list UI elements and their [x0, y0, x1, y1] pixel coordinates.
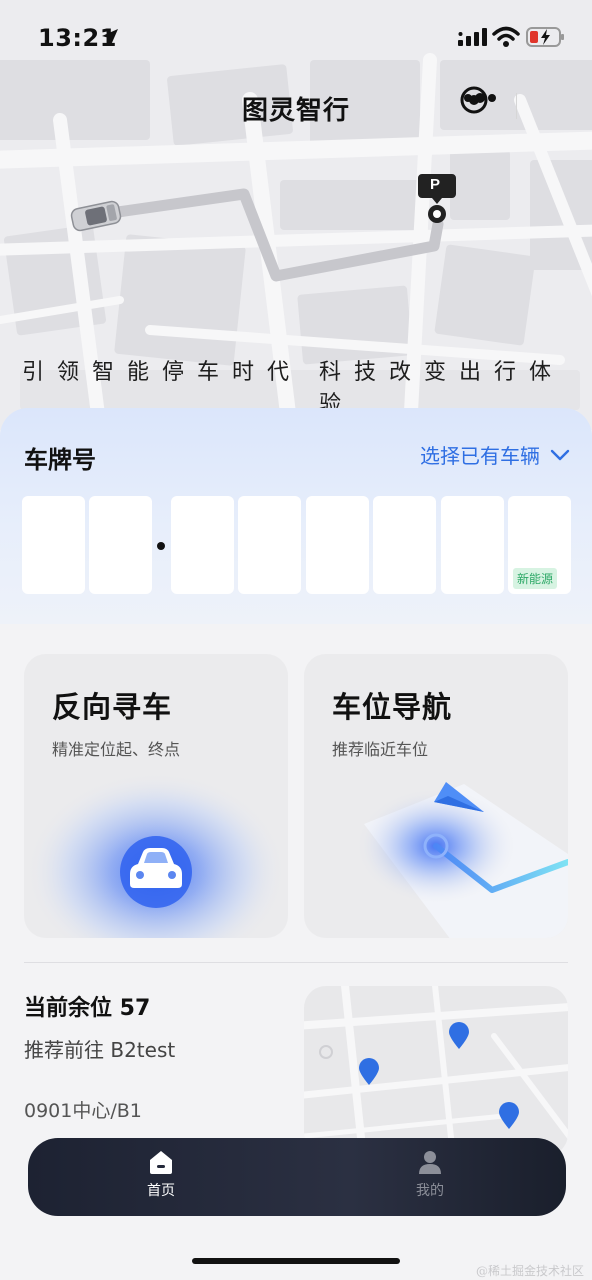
- plate-card: 车牌号 选择已有车辆 新能源: [0, 408, 592, 624]
- plate-char-box-2[interactable]: [89, 496, 152, 594]
- plate-char-box-5[interactable]: [306, 496, 369, 594]
- user-icon: [419, 1151, 441, 1174]
- map-pin-icon: [449, 1022, 469, 1049]
- plate-char-box-1[interactable]: [22, 496, 85, 594]
- map-pin-icon: [499, 1102, 519, 1129]
- tab-home[interactable]: 首页: [121, 1148, 201, 1208]
- tab-mine-label: 我的: [416, 1183, 444, 1199]
- capsule-divider: [516, 93, 517, 119]
- watermark: @稀土掘金技术社区: [475, 1264, 584, 1278]
- tab-home-label: 首页: [147, 1183, 175, 1199]
- mini-map-graphic: [304, 986, 568, 1156]
- parking-mini-map[interactable]: [304, 986, 568, 1156]
- signal-icon: [458, 28, 487, 46]
- parking-navigation-card[interactable]: 车位导航 推荐临近车位: [304, 654, 568, 938]
- plate-char-box-3[interactable]: [171, 496, 234, 594]
- bottom-tab-bar: 首页 我的: [28, 1138, 566, 1216]
- slogan-left: 引领智能停车时代: [22, 360, 303, 385]
- reverse-car-search-title: 反向寻车: [52, 690, 173, 724]
- car-icon: [130, 848, 182, 888]
- parking-marker-label: P: [430, 176, 441, 193]
- plate-char-box-6[interactable]: [373, 496, 436, 594]
- mini-program-capsule: [458, 84, 578, 128]
- select-vehicle-label: 选择已有车辆: [420, 444, 540, 468]
- parking-navigation-subtitle: 推荐临近车位: [332, 740, 429, 759]
- slogan-row: 引领智能停车时代 科技改变出行体验: [22, 354, 582, 417]
- location-arrow-icon: [102, 29, 118, 45]
- map-pin-icon: [359, 1058, 379, 1085]
- home-icon: [150, 1151, 172, 1174]
- navigation-arrow-icon: [434, 782, 484, 812]
- home-indicator: [192, 1258, 400, 1264]
- parking-navigation-title: 车位导航: [332, 690, 453, 724]
- section-divider: [24, 962, 568, 963]
- wifi-icon: [492, 26, 520, 47]
- plate-separator-dot: [157, 542, 165, 550]
- battery-charging-icon: [526, 27, 564, 47]
- close-target-icon[interactable]: [458, 84, 490, 116]
- new-energy-tag: 新能源: [513, 568, 558, 589]
- plate-char-box-7[interactable]: [441, 496, 504, 594]
- reverse-car-search-subtitle: 精准定位起、终点: [52, 740, 181, 759]
- plate-label: 车牌号: [24, 446, 96, 474]
- parking-location: 0901中心/B1: [24, 1100, 142, 1122]
- chevron-down-icon: [550, 449, 570, 460]
- select-vehicle-button[interactable]: 选择已有车辆: [420, 440, 570, 469]
- remaining-spaces-title: 当前余位 57: [24, 996, 151, 1021]
- recommend-text: 推荐前往 B2test: [24, 1038, 176, 1062]
- reverse-car-search-card[interactable]: 反向寻车 精准定位起、终点: [24, 654, 288, 938]
- plate-char-box-new-energy[interactable]: 新能源: [508, 496, 571, 594]
- plate-char-box-4[interactable]: [238, 496, 301, 594]
- status-bar: 13:21: [0, 0, 592, 76]
- tab-mine[interactable]: 我的: [390, 1148, 470, 1208]
